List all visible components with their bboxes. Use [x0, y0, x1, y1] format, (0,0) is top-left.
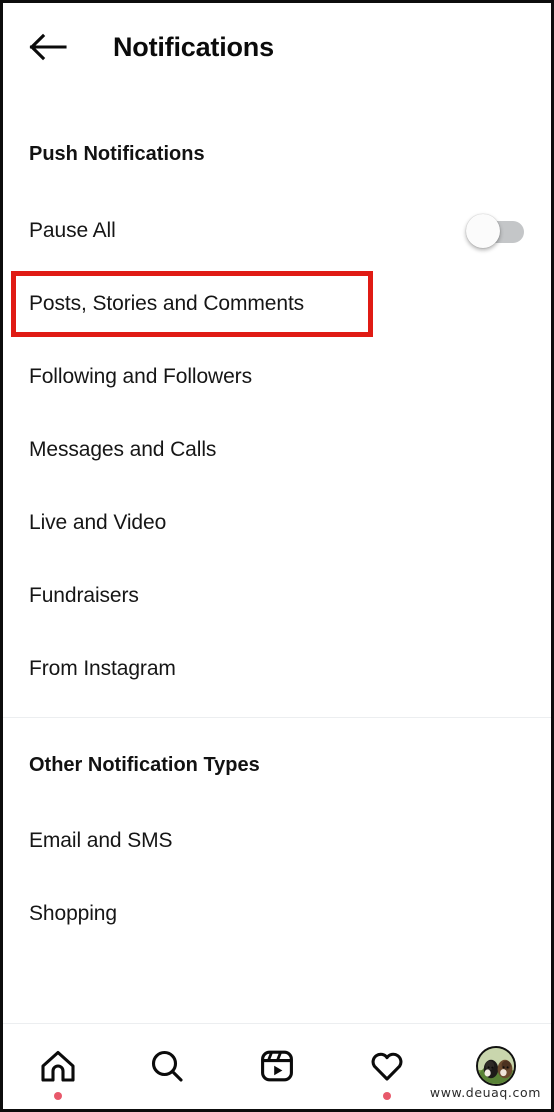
list-item-label: Following and Followers — [29, 365, 252, 388]
list-item-label: Shopping — [29, 902, 117, 925]
activity-badge-dot — [382, 1092, 391, 1100]
list-item-messages-calls[interactable]: Messages and Calls — [3, 425, 551, 475]
home-icon — [36, 1044, 80, 1088]
app-header: Notifications — [3, 3, 551, 93]
reels-icon — [255, 1044, 299, 1088]
avatar-icon — [476, 1046, 517, 1086]
list-item-label: Pause All — [29, 219, 116, 242]
list-item-email-sms[interactable]: Email and SMS — [3, 816, 551, 866]
search-icon — [145, 1044, 189, 1088]
list-item-live-video[interactable]: Live and Video — [3, 498, 551, 548]
heart-icon — [365, 1044, 409, 1088]
list-item-label: Email and SMS — [29, 829, 173, 852]
nav-item-activity[interactable] — [332, 1024, 442, 1109]
back-arrow-icon — [29, 33, 69, 61]
nav-item-search[interactable] — [113, 1024, 223, 1109]
app-screen: Notifications Push Notifications Pause A… — [3, 3, 551, 1109]
section-divider — [3, 717, 551, 718]
list-item-label: From Instagram — [29, 657, 176, 680]
phone-frame: Notifications Push Notifications Pause A… — [0, 0, 554, 1112]
page-title: Notifications — [113, 32, 274, 62]
list-item-label: Fundraisers — [29, 584, 139, 607]
pause-all-toggle[interactable] — [466, 214, 524, 248]
list-item-label: Posts, Stories and Comments — [29, 292, 305, 315]
home-badge-dot — [53, 1092, 62, 1100]
list-item-fundraisers[interactable]: Fundraisers — [3, 571, 551, 621]
list-item-posts-stories-comments[interactable]: Posts, Stories and Comments — [3, 279, 551, 329]
avatar — [474, 1044, 518, 1088]
nav-item-home[interactable] — [3, 1024, 113, 1109]
list-item-shopping[interactable]: Shopping — [3, 889, 551, 939]
section-header-push-notifications: Push Notifications — [29, 143, 205, 165]
watermark: www.deuaq.com — [429, 1085, 541, 1100]
list-item-label: Live and Video — [29, 511, 167, 534]
toggle-knob — [466, 214, 500, 248]
back-button[interactable] — [23, 25, 75, 69]
list-item-from-instagram[interactable]: From Instagram — [3, 644, 551, 694]
list-item-label: Messages and Calls — [29, 438, 217, 461]
list-item-following-followers[interactable]: Following and Followers — [3, 352, 551, 402]
section-header-other-notification-types: Other Notification Types — [29, 754, 260, 776]
nav-item-reels[interactable] — [222, 1024, 332, 1109]
